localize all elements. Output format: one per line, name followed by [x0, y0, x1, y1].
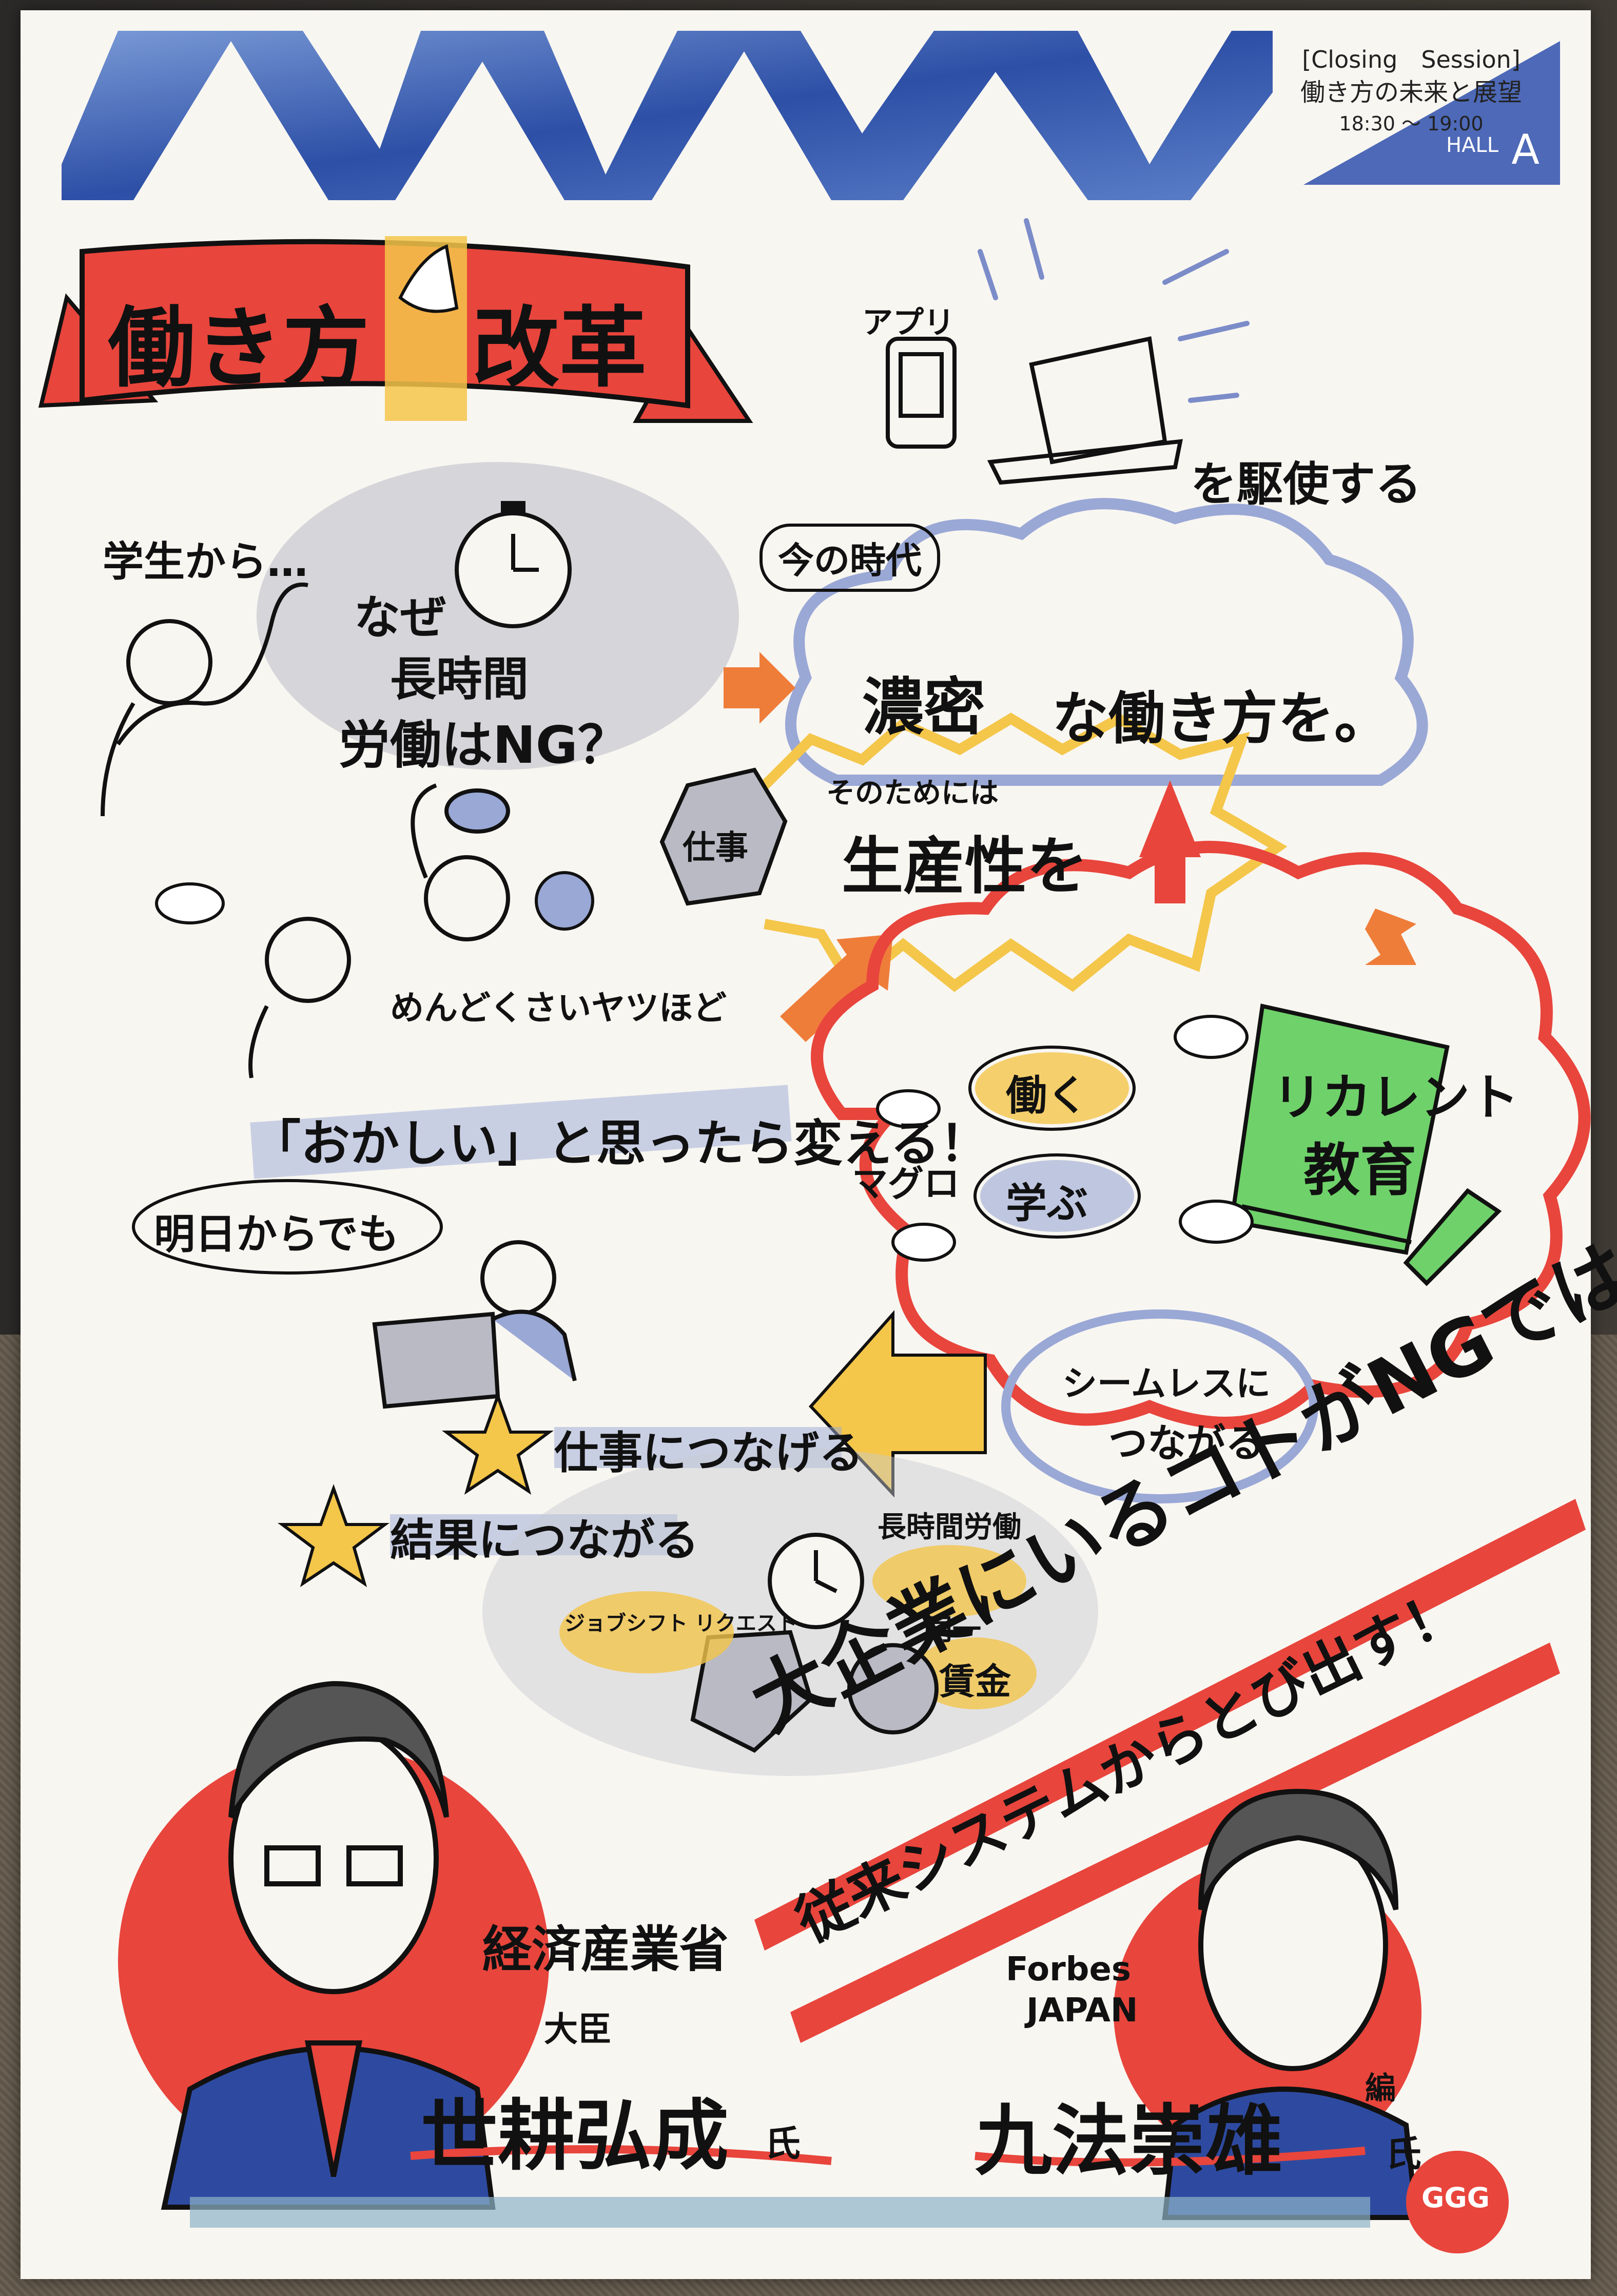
meti-text: 経済産業省: [482, 1921, 729, 1978]
title-left-text: 働き方: [108, 298, 370, 399]
arrow-right-1: [724, 652, 795, 724]
ima-jidai-bubble: 今の時代: [759, 524, 940, 592]
ashita-text: 明日からでも: [154, 1210, 399, 1258]
honorific-2: 氏: [1386, 2133, 1421, 2175]
title-right-text: 改革: [472, 298, 647, 399]
daijin-text: 大臣: [544, 2010, 612, 2049]
naze-text: なぜ: [354, 591, 446, 645]
mendokusai-text: めんどくさいヤツほど: [390, 988, 727, 1028]
logo-text: GGG: [1421, 2182, 1490, 2214]
japan-text: JAPAN: [1026, 1992, 1138, 2030]
person-figure-3: [411, 783, 510, 941]
job-shift-text: ジョブシフト リクエスト: [564, 1612, 797, 1635]
student-text: 学生から…: [103, 538, 308, 586]
editor-label: 編: [1365, 2071, 1396, 2107]
laptop-icon: [987, 336, 1183, 485]
recurrent-text-2: 教育: [1303, 1137, 1416, 1203]
seisansei-text: 生産性を: [842, 831, 1088, 902]
kushi-text: を駆使する: [1191, 457, 1421, 511]
graphic-recording-board: [Closing Session] 働き方の未来と展望 18:30 〜 19:0…: [21, 10, 1617, 2279]
manabu-text: 学ぶ: [1006, 1180, 1088, 1227]
rodo-text: 労働はNG？: [339, 715, 629, 775]
star-icon: [442, 1392, 554, 1495]
phone-icon: [886, 337, 957, 449]
magura-text: マグロ: [852, 1163, 960, 1205]
shigoto-tsunageru-text: 仕事につなげる: [554, 1427, 863, 1479]
seko-name: 世耕弘成: [421, 2092, 729, 2181]
nomitsu-text: 濃密: [862, 672, 985, 743]
hatarakikata-wo-text: な働き方を。: [1052, 686, 1391, 751]
kekka-tsunagaru-text: 結果につながる: [390, 1515, 699, 1566]
person-figure-2: [248, 917, 351, 1078]
arrow-up-red: [1139, 780, 1201, 903]
shigoto-text: 仕事: [683, 829, 748, 867]
app-label: アプリ: [862, 305, 954, 341]
star-icon: [278, 1484, 389, 1588]
sparkle-lines: [978, 218, 1250, 403]
honorific-1: 氏: [765, 2123, 801, 2165]
arrow-curve: [1365, 909, 1416, 965]
forbes-text: Forbes: [1006, 1951, 1131, 1989]
laptop-person: [372, 1240, 577, 1409]
chojikan-text: 長時間: [390, 652, 529, 706]
hataraku-text: 働く: [1006, 1072, 1088, 1120]
bottom-watercolor-strip: [190, 2197, 1370, 2228]
sono-tame-text: そのためには: [826, 777, 999, 810]
recurrent-text-1: リカレント: [1273, 1069, 1519, 1126]
kuho-name: 九法崇雄: [975, 2097, 1283, 2186]
